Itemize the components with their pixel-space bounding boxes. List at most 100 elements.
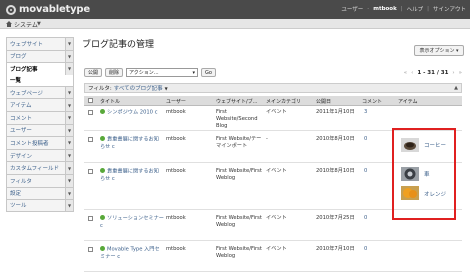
entry-user: mtbook: [166, 246, 186, 252]
table-header: タイトル ユーザー ウェブサイト/ブ... メインカテゴリ 公開日 コメント ア…: [84, 96, 462, 106]
chevron-down-icon[interactable]: ▼: [65, 50, 73, 63]
next-page-button[interactable]: ›: [452, 70, 454, 76]
sidebar-item-entries[interactable]: ブログ記事 ▼: [6, 62, 74, 75]
sidebar-item-label: カスタムフィールド: [10, 166, 60, 173]
username-link[interactable]: mtbook: [373, 6, 397, 12]
sidebar-item-comments[interactable]: コメント ▼: [6, 110, 74, 124]
page-range: 1 - 31 / 31: [417, 70, 449, 76]
entry-site: First Website/First Weblog: [216, 215, 262, 228]
item-label[interactable]: オレンジ: [424, 190, 446, 198]
entry-category: イベント: [266, 246, 287, 252]
select-all-checkbox[interactable]: [88, 98, 93, 103]
filter-select[interactable]: すべてのブログ記事: [114, 84, 163, 92]
publish-button[interactable]: 公開: [84, 68, 103, 77]
action-select[interactable]: アクション... ▾: [126, 68, 199, 77]
entry-category: イベント: [266, 109, 287, 115]
column-header-comments[interactable]: コメント: [362, 98, 382, 105]
chevron-down-icon[interactable]: ▼: [65, 38, 73, 50]
separator: |: [400, 6, 403, 12]
sidebar-item-assets[interactable]: アイテム ▼: [6, 98, 74, 111]
row-checkbox[interactable]: [88, 216, 93, 221]
sidebar-item-settings[interactable]: 設定 ▼: [6, 186, 74, 200]
row-checkbox[interactable]: [88, 169, 93, 174]
sidebar-item-design[interactable]: デザイン ▼: [6, 148, 74, 162]
entry-title[interactable]: シンポジウム 2010 c: [100, 109, 164, 117]
chevron-down-icon[interactable]: ▼: [65, 149, 73, 162]
expand-toggle-icon[interactable]: ▲: [454, 85, 458, 91]
entry-title[interactable]: 貴重書展に関するお知らせ c: [100, 136, 164, 151]
top-nav: ユーザー - mtbook | ヘルプ | サインアウト: [341, 5, 466, 13]
entry-comments[interactable]: 0: [364, 136, 367, 143]
action-bar: 公開 削除 アクション... ▾ Go: [84, 68, 216, 77]
system-switcher[interactable]: システム: [14, 20, 38, 29]
sidebar-item-custom-fields[interactable]: カスタムフィールド ▼: [6, 161, 74, 174]
signout-link[interactable]: サインアウト: [433, 5, 466, 13]
sidebar-item-label: ウェブページ: [10, 90, 43, 97]
item-label[interactable]: コーヒー: [424, 141, 446, 149]
chevron-down-icon[interactable]: ▼: [65, 111, 73, 124]
page-title: ブログ記事の管理: [82, 40, 155, 50]
entry-comments[interactable]: 0: [364, 246, 367, 253]
entry-user: mtbook: [166, 109, 186, 115]
column-header-title[interactable]: タイトル: [100, 98, 120, 105]
column-header-items[interactable]: アイテム: [398, 98, 418, 105]
chevron-down-icon[interactable]: ▼: [65, 86, 73, 99]
chevron-down-icon[interactable]: ▼: [65, 137, 73, 149]
column-header-category[interactable]: メインカテゴリ: [266, 98, 301, 105]
chevron-down-icon[interactable]: ▼: [65, 200, 73, 211]
sidebar-item-pages[interactable]: ウェブページ ▼: [6, 85, 74, 99]
entry-user: mtbook: [166, 136, 186, 142]
sidebar-item-tools[interactable]: ツール ▼: [6, 199, 74, 212]
column-header-user[interactable]: ユーザー: [166, 98, 186, 105]
chevron-down-icon[interactable]: ▼: [65, 174, 73, 187]
entry-title[interactable]: ソリューションセミナー c: [100, 215, 164, 230]
row-checkbox[interactable]: [88, 110, 93, 115]
chevron-down-icon[interactable]: ▼: [65, 187, 73, 200]
item-label[interactable]: 車: [424, 170, 430, 178]
chevron-down-icon[interactable]: ▼: [65, 162, 73, 174]
chevron-down-icon: ▾: [456, 47, 459, 54]
delete-button[interactable]: 削除: [105, 68, 124, 77]
entry-comments[interactable]: 0: [364, 215, 367, 222]
chevron-down-icon[interactable]: ▼: [65, 99, 73, 111]
entry-title[interactable]: 貴重書展に関するお知らせ c: [100, 168, 164, 183]
logo[interactable]: movabletype: [6, 2, 90, 17]
entry-date: 2010年8月10日: [316, 168, 355, 174]
prev-page-button[interactable]: ‹: [411, 70, 413, 76]
row-checkbox[interactable]: [88, 137, 93, 142]
entry-comments[interactable]: 0: [364, 168, 367, 175]
sidebar-item-blog[interactable]: ブログ ▼: [6, 49, 74, 63]
home-icon: [6, 21, 12, 27]
coffee-thumbnail[interactable]: [401, 138, 419, 152]
sidebar-item-label: ツール: [10, 203, 27, 210]
car-thumbnail[interactable]: [401, 167, 419, 181]
column-header-date[interactable]: 公開日: [316, 98, 331, 105]
entry-title[interactable]: Movable Type 入門セミナー c: [100, 246, 164, 261]
sidebar: ウェブサイト ▼ ブログ ▼ ブログ記事 ▼ 一覧 ウェブページ ▼ アイテム ▼ コメン…: [6, 37, 74, 212]
orange-thumbnail[interactable]: [401, 186, 419, 200]
help-link[interactable]: ヘルプ: [407, 5, 424, 13]
go-button[interactable]: Go: [201, 68, 216, 77]
display-options-button[interactable]: 表示オプション ▾: [414, 45, 464, 56]
chevron-down-icon[interactable]: ▼: [165, 86, 168, 91]
chevron-down-icon[interactable]: ▼: [65, 124, 73, 137]
entry-site: First Website/First Weblog: [216, 246, 262, 259]
entry-site: First Website/Second Blog: [216, 109, 258, 129]
chevron-down-icon[interactable]: ▼: [65, 63, 73, 75]
display-options-label: 表示オプション: [419, 48, 455, 54]
chevron-down-icon[interactable]: ▼: [37, 21, 41, 27]
first-page-button[interactable]: «: [404, 70, 407, 76]
filter-bar: フィルタ: すべてのブログ記事 ▼ ▲: [84, 83, 462, 93]
sidebar-subitem-list[interactable]: 一覧: [6, 74, 74, 86]
column-header-site[interactable]: ウェブサイト/ブ...: [216, 98, 257, 105]
entry-comments[interactable]: 3: [364, 109, 367, 116]
separator: -: [367, 6, 370, 12]
row-checkbox[interactable]: [88, 247, 93, 252]
last-page-button[interactable]: »: [459, 70, 462, 76]
separator: |: [427, 6, 429, 12]
sidebar-item-filters[interactable]: フィルタ ▼: [6, 173, 74, 187]
sidebar-item-website[interactable]: ウェブサイト ▼: [6, 37, 74, 50]
sidebar-item-commenters[interactable]: コメント投稿者 ▼: [6, 136, 74, 149]
sidebar-item-label: 設定: [10, 191, 22, 198]
sidebar-item-users[interactable]: ユーザー ▼: [6, 123, 74, 137]
